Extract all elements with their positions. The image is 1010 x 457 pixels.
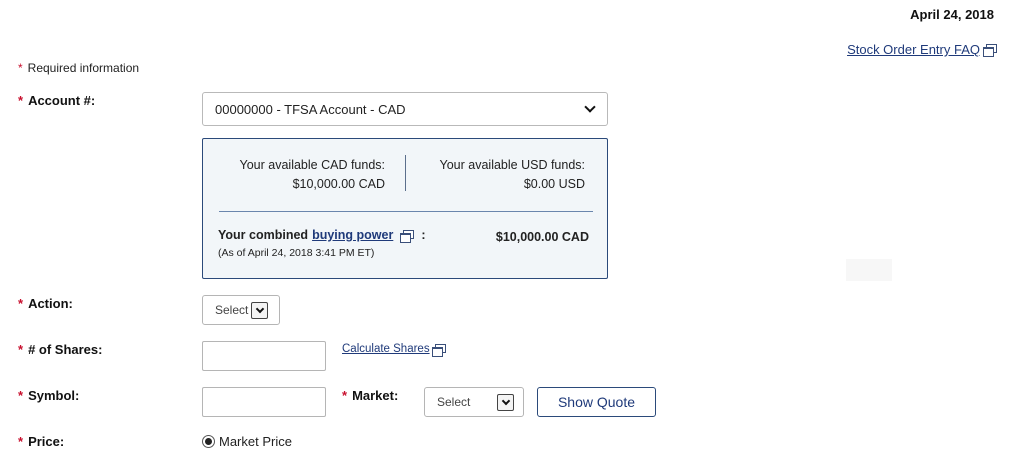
market-price-label: Market Price	[219, 434, 292, 449]
combined-colon: :	[421, 228, 426, 242]
funds-divider-vertical	[405, 155, 406, 191]
account-label: Account #:	[28, 93, 96, 108]
calculate-shares-link[interactable]: Calculate Shares	[342, 343, 430, 355]
cad-funds-label: Your available CAD funds:	[239, 158, 385, 172]
market-label-row: * Market:	[342, 388, 398, 403]
market-price-option[interactable]: Market Price	[202, 434, 292, 449]
calculate-shares-group[interactable]: Calculate Shares	[342, 343, 446, 357]
symbol-label-row: * Symbol:	[18, 388, 79, 403]
new-window-icon	[983, 44, 997, 57]
market-select-value: Select	[437, 395, 471, 409]
shares-label-row: * # of Shares:	[18, 342, 102, 357]
page-date: April 24, 2018	[910, 7, 994, 22]
faq-link-group[interactable]: Stock Order Entry FAQ	[847, 42, 997, 57]
usd-funds-value: $0.00 USD	[523, 177, 585, 191]
buying-power-line: Your combined buying power :	[218, 228, 426, 243]
required-star: *	[18, 388, 24, 403]
required-info-note: * Required information	[18, 61, 139, 75]
cad-funds-block: Your available CAD funds: $10,000.00 CAD	[237, 156, 385, 194]
shares-input[interactable]	[202, 341, 326, 371]
new-window-icon	[431, 343, 446, 357]
action-select-value: Select	[215, 303, 249, 317]
price-label: Price:	[28, 434, 65, 449]
symbol-input[interactable]	[202, 387, 326, 417]
required-star: *	[18, 296, 24, 311]
action-label: Action:	[28, 296, 73, 311]
combined-label: Your combined	[218, 228, 309, 242]
action-select[interactable]: Select	[202, 295, 280, 325]
show-quote-button[interactable]: Show Quote	[537, 387, 656, 417]
stock-order-faq-link[interactable]: Stock Order Entry FAQ	[847, 42, 980, 57]
usd-funds-label: Your available USD funds:	[439, 158, 585, 172]
required-info-text: Required information	[27, 61, 140, 75]
account-select-value: 00000000 - TFSA Account - CAD	[215, 101, 406, 117]
symbol-label: Symbol:	[28, 388, 80, 403]
required-star: *	[18, 342, 24, 357]
available-funds-panel: Your available CAD funds: $10,000.00 CAD…	[202, 138, 608, 279]
chevron-down-icon	[584, 101, 596, 113]
funds-divider-horizontal	[219, 211, 593, 212]
shares-label: # of Shares:	[28, 342, 103, 357]
buying-power-link[interactable]: buying power	[312, 228, 393, 242]
blank-placeholder	[846, 259, 892, 281]
market-select[interactable]: Select	[424, 387, 524, 417]
radio-selected-icon[interactable]	[202, 435, 215, 448]
required-star: *	[18, 93, 24, 108]
required-star: *	[18, 434, 24, 449]
usd-funds-block: Your available USD funds: $0.00 USD	[433, 156, 585, 194]
required-star: *	[342, 388, 348, 403]
cad-funds-value: $10,000.00 CAD	[292, 177, 385, 191]
account-label-row: * Account #:	[18, 93, 95, 108]
action-label-row: * Action:	[18, 296, 73, 311]
chevron-down-icon	[497, 393, 514, 411]
account-select[interactable]: 00000000 - TFSA Account - CAD	[202, 92, 608, 126]
new-window-icon	[400, 229, 415, 243]
as-of-timestamp: (As of April 24, 2018 3:41 PM ET)	[218, 247, 375, 259]
market-label: Market:	[352, 388, 399, 403]
required-star: *	[18, 61, 23, 75]
price-label-row: * Price:	[18, 434, 64, 449]
chevron-down-icon	[251, 301, 269, 319]
buying-power-value: $10,000.00 CAD	[495, 230, 589, 244]
